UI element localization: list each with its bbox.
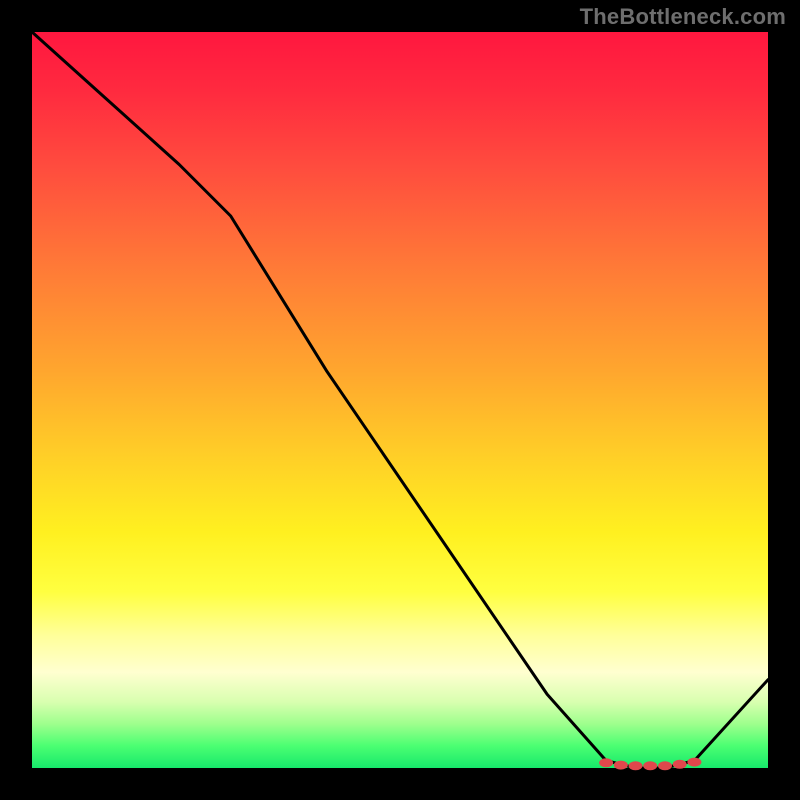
chart-frame: TheBottleneck.com [0,0,800,800]
plot-area [32,32,768,768]
marker-dot [599,758,613,767]
marker-group [599,758,701,771]
marker-dot [658,761,672,770]
watermark-text: TheBottleneck.com [580,4,786,30]
marker-dot [687,758,701,767]
marker-dot [629,761,643,770]
data-line [32,32,768,768]
marker-dot [614,761,628,770]
marker-dot [673,760,687,769]
marker-dot [643,761,657,770]
chart-svg [32,32,768,768]
